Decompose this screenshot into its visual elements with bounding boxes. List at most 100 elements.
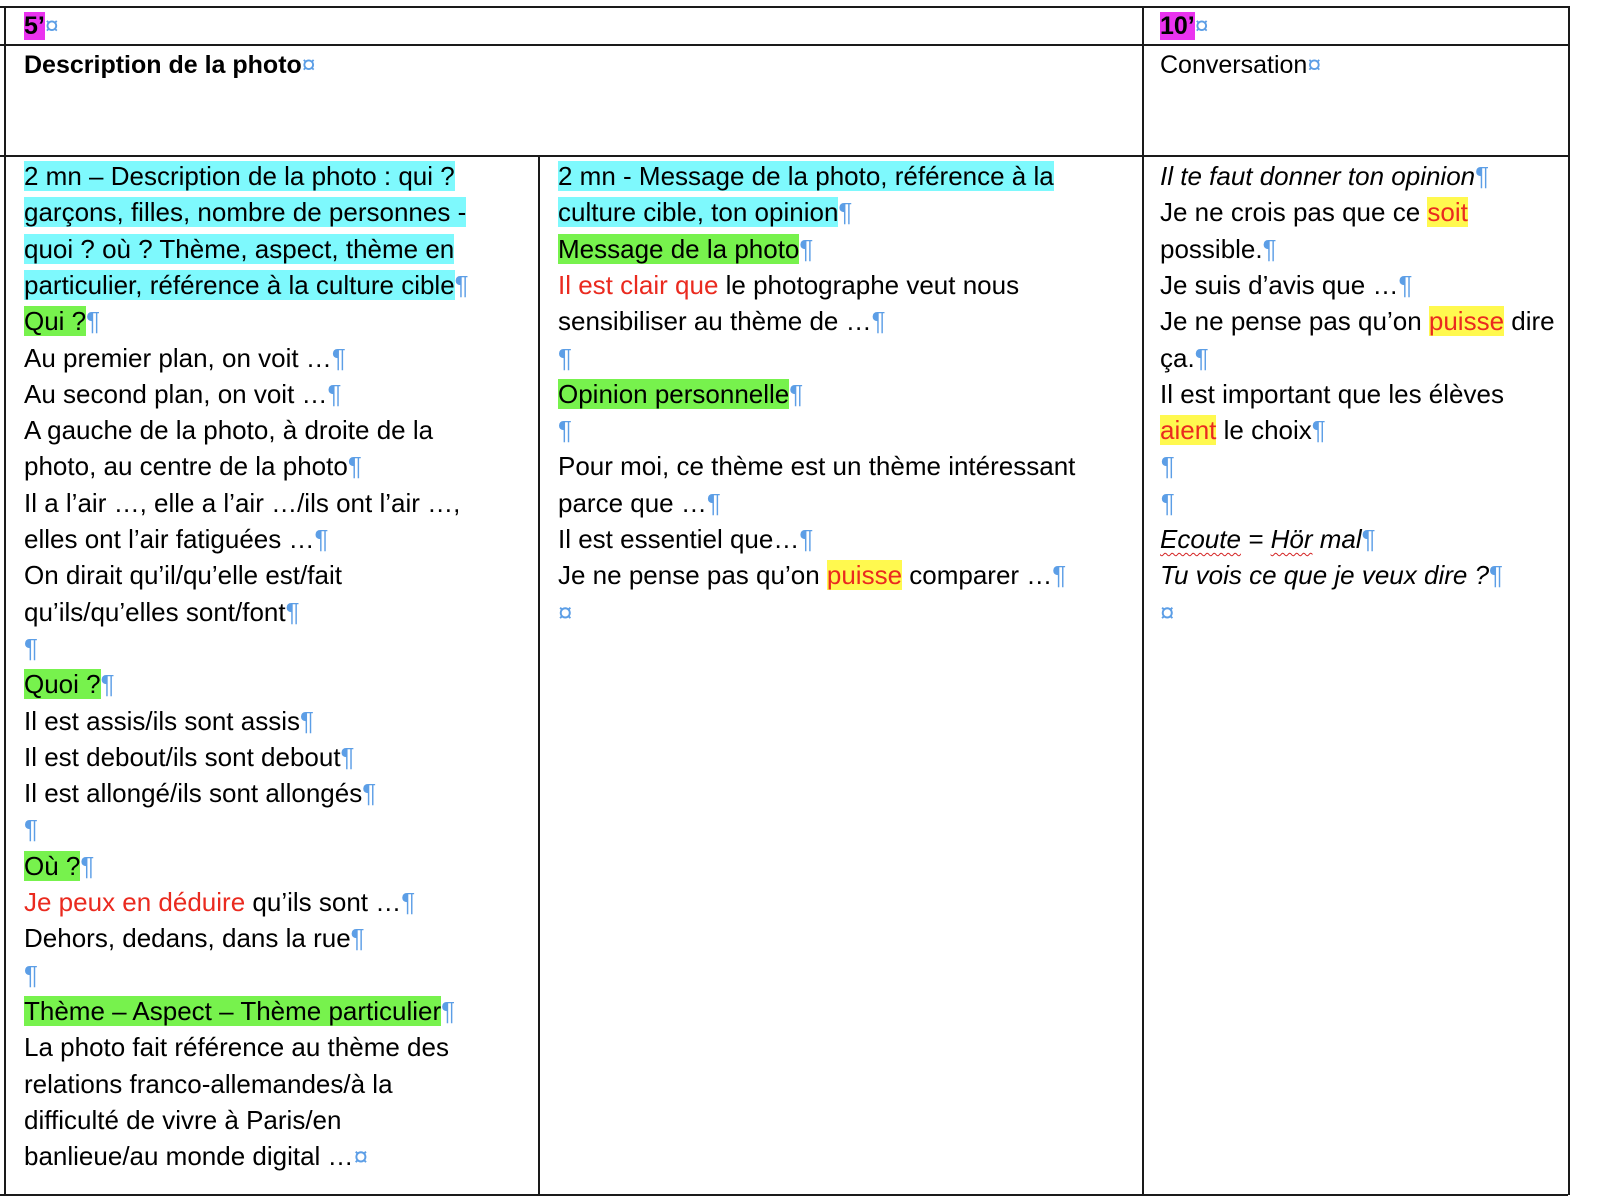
text-line: qu’ils/qu’elles sont/font¶: [24, 594, 300, 630]
formatting-mark: ¶: [362, 778, 377, 809]
formatting-mark: ¶: [1361, 524, 1376, 554]
text-run: La photo fait référence au thème des: [24, 1032, 449, 1063]
formatting-mark: ¶: [331, 342, 346, 373]
time-label-right: 10’¤: [1160, 12, 1209, 40]
text-run: On dirait qu’il/qu’elle est/fait: [24, 560, 342, 591]
formatting-mark: ¶: [838, 197, 853, 228]
text-line: Il est important que les élèves: [1160, 376, 1504, 412]
text-run: Dehors, dedans, dans la rue: [24, 923, 351, 954]
text-line: Il est clair que le photographe veut nou…: [558, 267, 1019, 303]
text-line: sensibiliser au thème de …¶: [558, 303, 886, 339]
formatting-mark: ¶: [1160, 487, 1174, 518]
text-line: Quoi ?¶: [24, 666, 115, 702]
text-line: Il est debout/ils sont debout¶: [24, 739, 355, 775]
formatting-mark: ¶: [100, 669, 115, 700]
text-run: Il est important que les élèves: [1160, 378, 1504, 409]
text-run: garçons, filles, nombre de personnes -: [24, 197, 467, 228]
text-line: Je ne pense pas qu’on puisse dire: [1160, 303, 1555, 339]
formatting-mark: ¤: [558, 596, 573, 627]
table-right-border: [1568, 6, 1570, 1195]
table-left-border: [4, 6, 6, 1195]
text-line: ¶: [558, 412, 572, 448]
text-run: Qui ?: [24, 306, 87, 337]
text-run: dire: [1504, 306, 1555, 337]
text-line: Qui ?¶: [24, 303, 100, 339]
text-run: banlieue/au monde digital …: [24, 1141, 354, 1172]
formatting-mark: ¶: [327, 378, 342, 409]
text-run: Au premier plan, on voit …: [24, 342, 332, 373]
text-line: culture cible, ton opinion¶: [558, 194, 852, 230]
text-line: aient le choix¶: [1160, 412, 1326, 448]
text-run: possible.: [1160, 233, 1263, 264]
text-line: Dehors, dedans, dans la rue¶: [24, 920, 365, 956]
text-line: Il est essentiel que…¶: [558, 521, 813, 557]
text-line: ¶: [24, 957, 38, 993]
text-line: garçons, filles, nombre de personnes -: [24, 194, 467, 230]
table-top-border: [0, 6, 1568, 8]
formatting-mark: ¶: [299, 705, 314, 736]
text-line: quoi ? où ? Thème, aspect, thème en: [24, 231, 455, 267]
formatting-mark: ¶: [1160, 451, 1174, 482]
formatting-mark: ¶: [24, 814, 38, 845]
text-line: ¶: [1160, 485, 1174, 521]
text-line: banlieue/au monde digital …¤: [24, 1138, 368, 1174]
text-line: Au second plan, on voit …¶: [24, 376, 342, 412]
text-line: ¤: [1160, 594, 1174, 630]
formatting-mark: ¶: [24, 632, 38, 663]
text-line: Je peux en déduire qu’ils sont …¶: [24, 884, 415, 920]
text-run: elles ont l’air fatiguées …: [24, 524, 315, 554]
formatting-mark: ¤: [1160, 596, 1175, 627]
formatting-mark: ¶: [1398, 269, 1413, 300]
text-line: Il est assis/ils sont assis¶: [24, 703, 314, 739]
formatting-mark: ¶: [1489, 560, 1503, 591]
text-run: le photographe veut nous: [718, 269, 1020, 300]
text-line: Pour moi, ce thème est un thème intéress…: [558, 448, 1075, 484]
text-run: 2 mn – Description de la photo : qui ?: [24, 161, 455, 191]
text-run: puisse: [826, 560, 903, 591]
formatting-mark: ¶: [871, 306, 886, 337]
text-run: 2 mn - Message de la photo, référence à …: [558, 161, 1054, 191]
text-run: soit: [1427, 197, 1468, 228]
text-run: Il est debout/ils sont debout: [24, 741, 341, 772]
text-run: qu’ils sont …: [245, 887, 402, 917]
text-run: Message de la photo: [558, 233, 800, 264]
text-run: puisse: [1428, 306, 1505, 337]
text-run: Il a l’air …, elle a l’air …/ils ont l’a…: [24, 487, 461, 518]
title-row-divider: [0, 155, 1568, 157]
text-run: parce que …: [558, 487, 707, 518]
formatting-mark: ¶: [1475, 161, 1490, 191]
text-line: On dirait qu’il/qu’elle est/fait: [24, 557, 342, 593]
formatting-mark: ¶: [1052, 560, 1067, 591]
text-run: particulier, référence à la culture cibl…: [24, 269, 455, 300]
section-title-conversation: Conversation¤: [1160, 51, 1322, 79]
text-run: Quoi ?: [24, 669, 101, 700]
formatting-mark: ¶: [441, 995, 456, 1026]
text-run: Thème – Aspect – Thème particulier: [24, 995, 442, 1026]
formatting-mark: ¶: [80, 850, 95, 881]
text-line: Tu vois ce que je veux dire ?¶: [1160, 557, 1503, 593]
text-line: elles ont l’air fatiguées …¶: [24, 521, 328, 557]
text-line: ¶: [24, 630, 38, 666]
text-run: Je suis d’avis que …: [1160, 269, 1399, 300]
text-run: sensibiliser au thème de …: [558, 306, 872, 337]
text-run: Je ne pense pas qu’on: [1160, 306, 1429, 337]
formatting-mark: ¶: [401, 887, 416, 917]
text-run: mal: [1312, 524, 1362, 554]
text-run: comparer …: [902, 560, 1053, 591]
text-line: parce que …¶: [558, 485, 721, 521]
text-run: Je ne crois pas que ce: [1160, 197, 1428, 228]
formatting-mark: ¶: [314, 524, 329, 554]
table-bottom-border: [0, 1194, 1568, 1196]
section-title-description: Description de la photo¤: [24, 51, 316, 79]
text-run: =: [1240, 524, 1271, 554]
text-line: 2 mn – Description de la photo : qui ?: [24, 158, 455, 194]
text-run: Pour moi, ce thème est un thème intéress…: [558, 451, 1076, 482]
text-line: ¶: [1160, 448, 1174, 484]
formatting-mark: ¶: [706, 487, 721, 518]
header-row-divider: [0, 44, 1568, 46]
text-line: particulier, référence à la culture cibl…: [24, 267, 469, 303]
text-line: Ecoute = Hör mal¶: [1160, 521, 1376, 557]
formatting-mark: ¶: [1311, 415, 1326, 446]
formatting-mark: ¶: [799, 524, 814, 554]
text-line: ¶: [24, 811, 38, 847]
